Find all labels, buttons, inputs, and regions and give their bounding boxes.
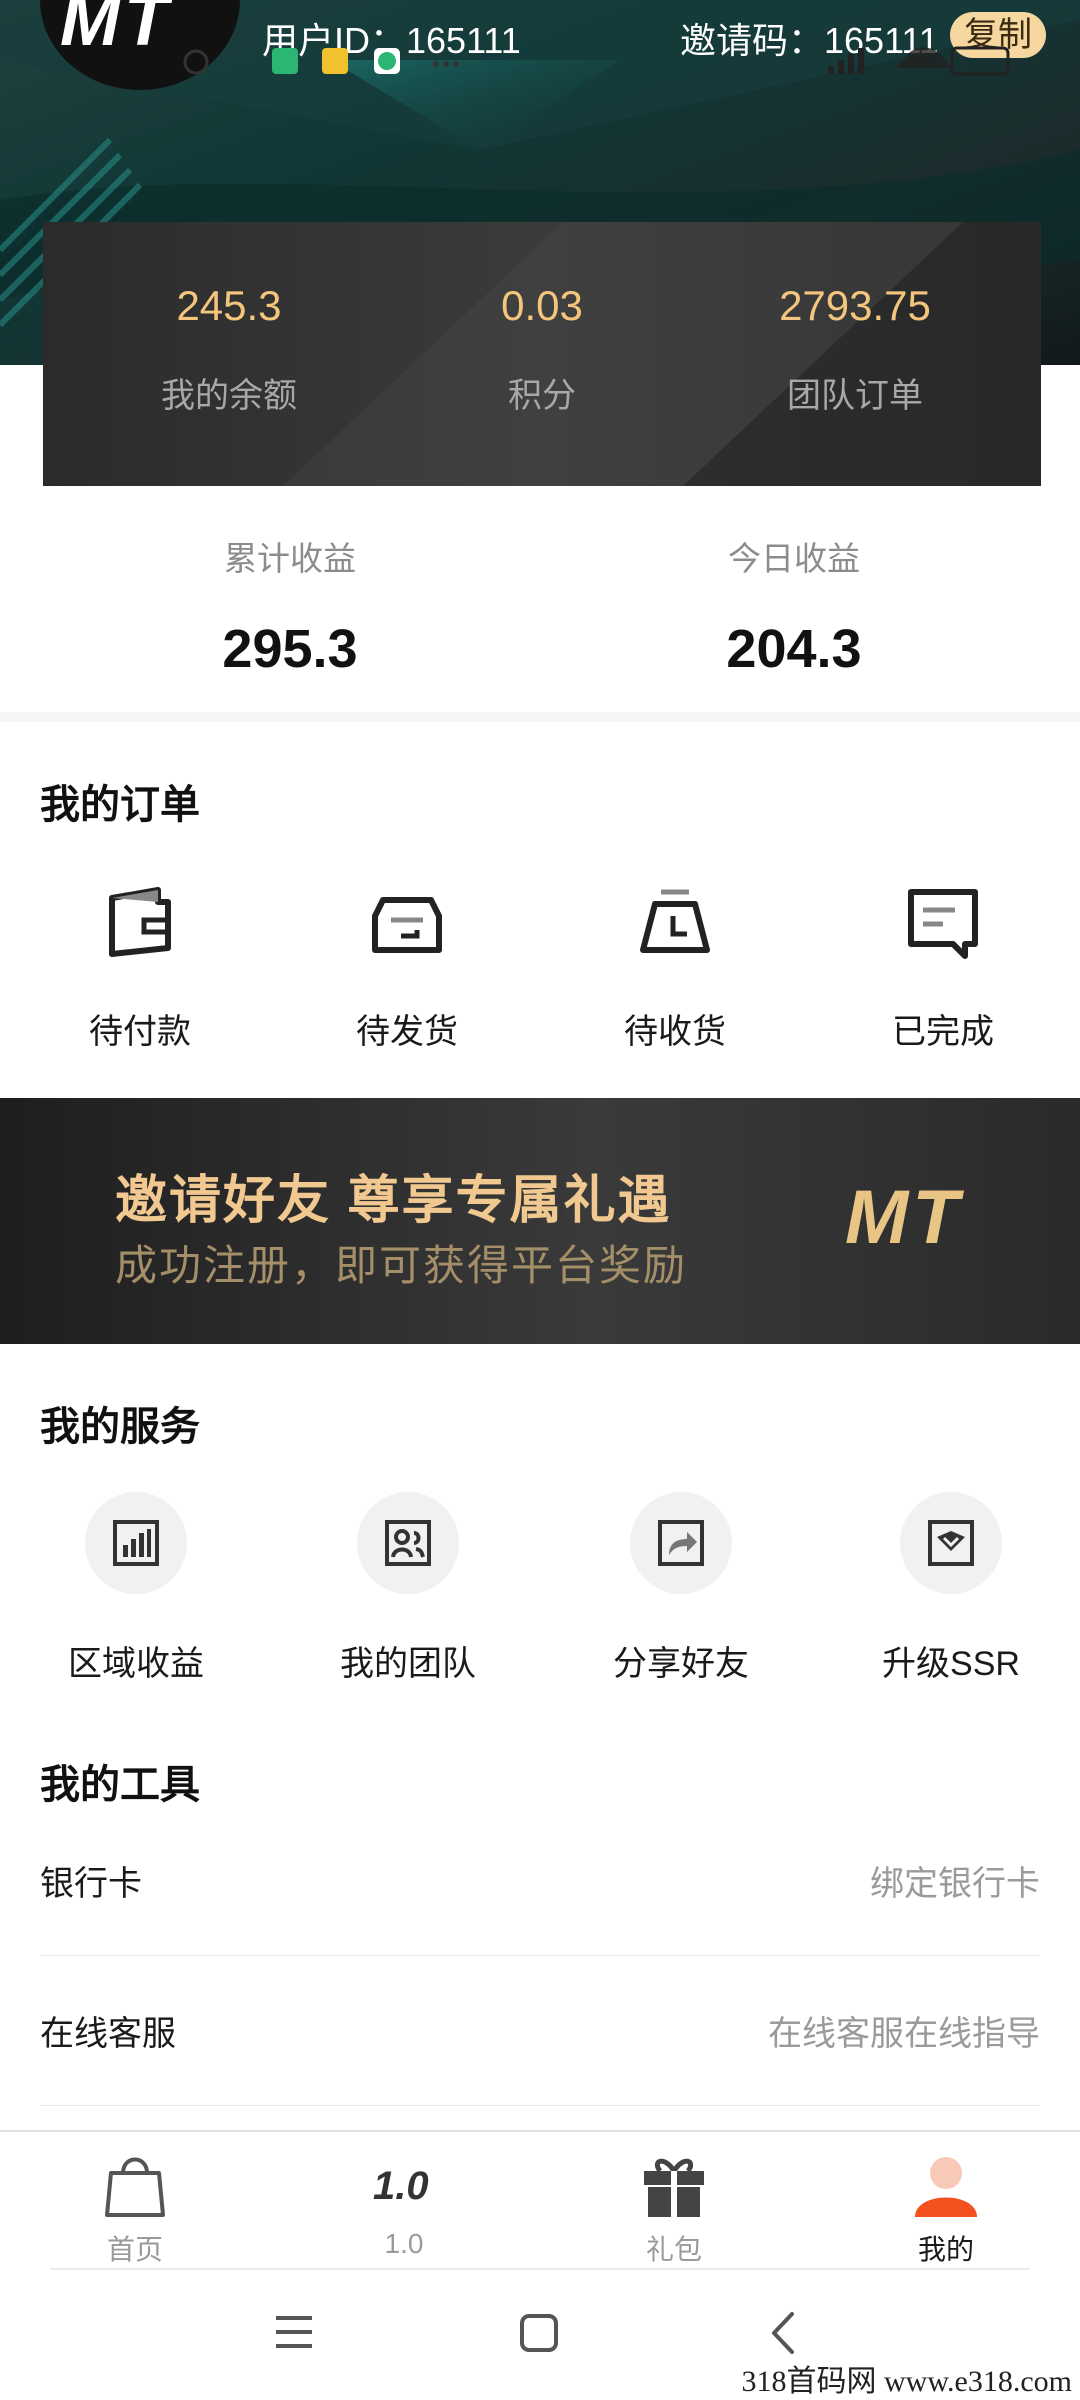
tool-hint: 绑定银行卡: [870, 1865, 1040, 1903]
download-icon: [272, 48, 298, 74]
tool-name: 银行卡: [40, 1865, 142, 1903]
service-upgrade-ssr[interactable]: 升级SSR: [816, 1492, 1080, 1685]
balance-label: 我的余额: [161, 377, 297, 415]
menu-icon[interactable]: [272, 2312, 316, 2352]
balance-card: 245.3 我的余额 0.03 积分 2793.75 团队订单: [43, 222, 1041, 486]
services-title: 我的服务: [40, 1405, 200, 1449]
tab-label: 我的: [917, 2234, 974, 2265]
service-label: 我的团队: [340, 1645, 476, 1683]
section-divider: [0, 712, 1080, 722]
watermark: 318首码网 www.e318.com: [741, 2365, 1072, 2398]
tool-name: 在线客服: [40, 2015, 176, 2053]
banner-logo: MT: [845, 1175, 963, 1260]
order-pending-shipment[interactable]: 待发货: [272, 862, 542, 1053]
brand-logo: MT: [60, 0, 172, 61]
orders-title: 我的订单: [40, 783, 200, 827]
service-share-friends[interactable]: 分享好友: [546, 1492, 816, 1685]
service-my-team[interactable]: 我的团队: [273, 1492, 543, 1685]
points-value: 0.03: [501, 282, 583, 329]
box-icon: [347, 862, 467, 982]
bottom-tab-bar: 首页 1.0 1.0 礼包 我的: [0, 2130, 1080, 2270]
order-pending-receipt[interactable]: 待收货: [540, 862, 810, 1053]
wifi-icon: [896, 47, 952, 68]
stat-team-orders[interactable]: 2793.75 团队订单: [705, 282, 1005, 417]
service-label: 升级SSR: [882, 1645, 1020, 1683]
alarm-icon: [183, 49, 209, 75]
service-area-earnings[interactable]: 区域收益: [1, 1492, 271, 1685]
today-earnings: 今日收益 204.3: [594, 532, 994, 680]
total-earnings: 累计收益 295.3: [90, 532, 490, 680]
order-label: 待收货: [624, 1013, 726, 1051]
status-bar-icons-left: [183, 48, 459, 75]
user-icon: [866, 2148, 1026, 2224]
stat-points[interactable]: 0.03 积分: [392, 282, 692, 417]
signal-icon: [828, 48, 864, 74]
svg-text:1.0: 1.0: [373, 2164, 429, 2208]
tab-label: 1.0: [384, 2228, 424, 2259]
clock-icon: [615, 862, 735, 982]
tab-label: 首页: [106, 2234, 163, 2265]
upgrade-icon: [900, 1492, 1002, 1594]
bag-icon: [55, 2148, 215, 2224]
tab-home[interactable]: 首页: [55, 2148, 215, 2268]
order-label: 待付款: [89, 1013, 191, 1051]
tab-version[interactable]: 1.0 1.0: [324, 2148, 484, 2260]
bar-chart-icon: [85, 1492, 187, 1594]
total-earnings-value: 295.3: [222, 619, 358, 679]
home-square-icon[interactable]: [518, 2312, 560, 2354]
service-label: 区域收益: [68, 1645, 204, 1683]
tab-profile[interactable]: 我的: [866, 2148, 1026, 2268]
banner-headline: 邀请好友 尊享专属礼遇: [115, 1172, 672, 1230]
version-icon: 1.0: [324, 2148, 484, 2224]
tab-label: 礼包: [645, 2234, 702, 2265]
team-orders-value: 2793.75: [779, 282, 931, 329]
banner-subline: 成功注册，即可获得平台奖励: [115, 1242, 688, 1289]
tab-gift[interactable]: 礼包: [594, 2148, 754, 2268]
service-label: 分享好友: [613, 1645, 749, 1683]
gift-icon: [594, 2148, 754, 2224]
tool-customer-service[interactable]: 在线客服 在线客服在线指导: [40, 1956, 1040, 2106]
invite-banner[interactable]: 邀请好友 尊享专属礼遇 成功注册，即可获得平台奖励 MT: [0, 1098, 1080, 1344]
message-icon: [883, 862, 1003, 982]
app-icon-meituan: [322, 48, 348, 74]
order-label: 已完成: [892, 1013, 994, 1051]
today-earnings-label: 今日收益: [728, 540, 860, 577]
tool-hint: 在线客服在线指导: [768, 2015, 1040, 2053]
back-icon[interactable]: [768, 2310, 798, 2356]
team-orders-label: 团队订单: [787, 377, 923, 415]
total-earnings-label: 累计收益: [224, 540, 356, 577]
today-earnings-value: 204.3: [726, 619, 862, 679]
stat-balance[interactable]: 245.3 我的余额: [79, 282, 379, 417]
wallet-icon: [80, 862, 200, 982]
order-label: 待发货: [356, 1013, 458, 1051]
battery-icon: [950, 46, 1010, 76]
balance-value: 245.3: [176, 282, 282, 329]
tool-bank-card[interactable]: 银行卡 绑定银行卡: [40, 1806, 1040, 1956]
order-completed[interactable]: 已完成: [808, 862, 1078, 1053]
tools-title: 我的工具: [40, 1763, 200, 1807]
order-pending-payment[interactable]: 待付款: [5, 862, 275, 1053]
team-icon: [357, 1492, 459, 1594]
points-label: 积分: [508, 377, 576, 415]
nav-divider: [50, 2268, 1030, 2270]
share-icon: [630, 1492, 732, 1594]
status-bar-icons-right: [828, 46, 1010, 76]
